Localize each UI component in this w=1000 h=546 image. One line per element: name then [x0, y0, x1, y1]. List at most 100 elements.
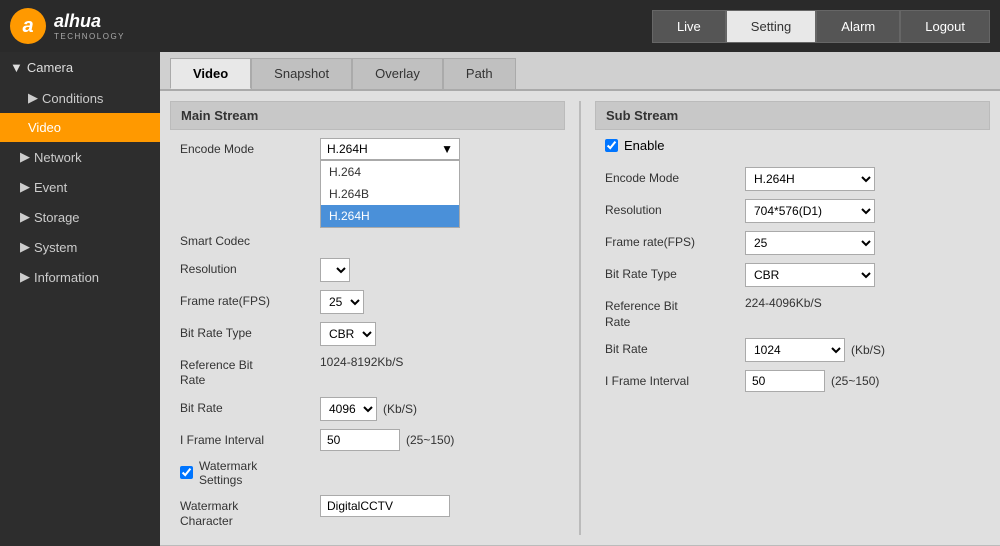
- smart-codec-row: Smart Codec: [170, 230, 565, 250]
- i-frame-label: I Frame Interval: [180, 429, 320, 449]
- sub-resolution-row: Resolution 704*576(D1): [595, 199, 990, 223]
- sidebar-item-label: Conditions: [42, 91, 103, 106]
- encode-mode-dropdown-header[interactable]: H.264H ▼: [320, 138, 460, 160]
- nav-tabs: Live Setting Alarm Logout: [652, 10, 990, 43]
- nav-tab-live[interactable]: Live: [652, 10, 726, 43]
- reference-bit-rate-label: Reference Bit Rate: [180, 354, 320, 389]
- reference-bit-rate-value: 1024-8192Kb/S: [320, 351, 403, 369]
- sub-frame-rate-row: Frame rate(FPS) 25: [595, 231, 990, 255]
- bit-rate-type-row: Bit Rate Type CBR: [170, 322, 565, 346]
- main-stream-title: Main Stream: [170, 101, 565, 130]
- sub-encode-mode-select[interactable]: H.264H: [745, 167, 875, 191]
- sub-frame-rate-select[interactable]: 25: [745, 231, 875, 255]
- reference-bit-rate-row: Reference Bit Rate 1024-8192Kb/S: [170, 354, 565, 389]
- dropdown-option-h264b[interactable]: H.264B: [321, 183, 459, 205]
- nav-tab-alarm[interactable]: Alarm: [816, 10, 900, 43]
- sidebar-item-label: Event: [34, 180, 67, 195]
- enable-row: Enable: [595, 138, 990, 157]
- sidebar-item-label: Information: [34, 270, 99, 285]
- tab-overlay[interactable]: Overlay: [352, 58, 443, 89]
- nav-tab-logout[interactable]: Logout: [900, 10, 990, 43]
- sub-i-frame-row: I Frame Interval (25~150): [595, 370, 990, 392]
- header: a alhua TECHNOLOGY Live Setting Alarm Lo…: [0, 0, 1000, 52]
- frame-rate-select[interactable]: 25: [320, 290, 364, 314]
- content-body: Main Stream Encode Mode H.264H ▼ H.264: [160, 91, 1000, 545]
- frame-rate-row: Frame rate(FPS) 25: [170, 290, 565, 314]
- camera-arrow-icon: ▼: [10, 60, 23, 75]
- tab-path[interactable]: Path: [443, 58, 516, 89]
- watermark-settings-row: Watermark Settings: [170, 459, 565, 487]
- info-arrow-icon: ▶: [20, 269, 30, 285]
- tab-video[interactable]: Video: [170, 58, 251, 89]
- page-tabs: Video Snapshot Overlay Path: [160, 52, 1000, 91]
- dropdown-option-h264h[interactable]: H.264H: [321, 205, 459, 227]
- sub-bit-rate-unit: (Kb/S): [851, 343, 885, 357]
- encode-mode-label: Encode Mode: [180, 138, 320, 158]
- encode-mode-row: Encode Mode H.264H ▼ H.264 H.264B H.264H: [170, 138, 565, 160]
- sub-bit-rate-select[interactable]: 1024: [745, 338, 845, 362]
- sidebar: ▼ Camera ▶ Conditions Video ▶ Network ▶ …: [0, 52, 160, 546]
- sub-bit-rate-type-row: Bit Rate Type CBR: [595, 263, 990, 287]
- sidebar-item-system[interactable]: ▶ System: [0, 232, 160, 262]
- sub-reference-bit-value: 224-4096Kb/S: [745, 292, 822, 310]
- logo-name: alhua: [54, 12, 125, 30]
- conditions-arrow-icon: ▶: [28, 90, 38, 106]
- watermark-settings-label: Watermark Settings: [199, 459, 257, 487]
- watermark-checkbox[interactable]: [180, 466, 193, 479]
- enable-label: Enable: [624, 138, 664, 153]
- sub-encode-mode-label: Encode Mode: [605, 167, 745, 187]
- bit-rate-type-select[interactable]: CBR: [320, 322, 376, 346]
- sidebar-item-information[interactable]: ▶ Information: [0, 262, 160, 292]
- resolution-select[interactable]: [320, 258, 350, 282]
- main-stream-panel: Main Stream Encode Mode H.264H ▼ H.264: [170, 101, 565, 535]
- nav-tab-setting[interactable]: Setting: [726, 10, 816, 43]
- resolution-row: Resolution: [170, 258, 565, 282]
- smart-codec-label: Smart Codec: [180, 230, 320, 250]
- bit-rate-row: Bit Rate 4096 (Kb/S): [170, 397, 565, 421]
- network-arrow-icon: ▶: [20, 149, 30, 165]
- sub-frame-rate-label: Frame rate(FPS): [605, 231, 745, 251]
- sidebar-item-conditions[interactable]: ▶ Conditions: [0, 83, 160, 113]
- tab-snapshot[interactable]: Snapshot: [251, 58, 352, 89]
- sidebar-item-storage[interactable]: ▶ Storage: [0, 202, 160, 232]
- sub-resolution-select[interactable]: 704*576(D1): [745, 199, 875, 223]
- sub-stream-title: Sub Stream: [595, 101, 990, 130]
- sidebar-item-video[interactable]: Video: [0, 113, 160, 142]
- sub-bit-rate-type-select[interactable]: CBR: [745, 263, 875, 287]
- bit-rate-unit: (Kb/S): [383, 402, 417, 416]
- resolution-label: Resolution: [180, 258, 320, 278]
- sub-i-frame-input[interactable]: [745, 370, 825, 392]
- dropdown-option-h264[interactable]: H.264: [321, 161, 459, 183]
- watermark-char-input[interactable]: [320, 495, 450, 517]
- i-frame-range: (25~150): [406, 433, 454, 447]
- sidebar-item-label: Storage: [34, 210, 80, 225]
- storage-arrow-icon: ▶: [20, 209, 30, 225]
- sub-stream-panel: Sub Stream Enable Encode Mode H.264H: [595, 101, 990, 535]
- sidebar-item-label: Network: [34, 150, 82, 165]
- frame-rate-label: Frame rate(FPS): [180, 290, 320, 310]
- encode-mode-dropdown-container: H.264H ▼ H.264 H.264B H.264H: [320, 138, 460, 160]
- sub-i-frame-range: (25~150): [831, 374, 879, 388]
- sidebar-item-label: Video: [28, 120, 61, 135]
- sidebar-section-camera[interactable]: ▼ Camera: [0, 52, 160, 83]
- main-layout: ▼ Camera ▶ Conditions Video ▶ Network ▶ …: [0, 52, 1000, 546]
- sub-resolution-label: Resolution: [605, 199, 745, 219]
- i-frame-input[interactable]: [320, 429, 400, 451]
- encode-mode-control: H.264H ▼ H.264 H.264B H.264H: [320, 138, 555, 160]
- sub-reference-bit-rate-label: Reference Bit Rate: [605, 295, 745, 330]
- sidebar-item-event[interactable]: ▶ Event: [0, 172, 160, 202]
- logo-tech: TECHNOLOGY: [54, 32, 125, 41]
- enable-checkbox[interactable]: [605, 139, 618, 152]
- sidebar-item-network[interactable]: ▶ Network: [0, 142, 160, 172]
- bit-rate-select[interactable]: 4096: [320, 397, 377, 421]
- system-arrow-icon: ▶: [20, 239, 30, 255]
- bit-rate-label: Bit Rate: [180, 397, 320, 417]
- watermark-char-label: Watermark Character: [180, 495, 320, 530]
- sub-reference-bit-rate-row: Reference Bit Rate 224-4096Kb/S: [595, 295, 990, 330]
- content-area: Video Snapshot Overlay Path Main Stream …: [160, 52, 1000, 546]
- encode-mode-arrow-icon: ▼: [441, 142, 453, 156]
- sub-bit-rate-type-label: Bit Rate Type: [605, 263, 745, 283]
- sidebar-camera-label: Camera: [27, 60, 73, 75]
- sub-bit-rate-row: Bit Rate 1024 (Kb/S): [595, 338, 990, 362]
- sub-encode-mode-row: Encode Mode H.264H: [595, 167, 990, 191]
